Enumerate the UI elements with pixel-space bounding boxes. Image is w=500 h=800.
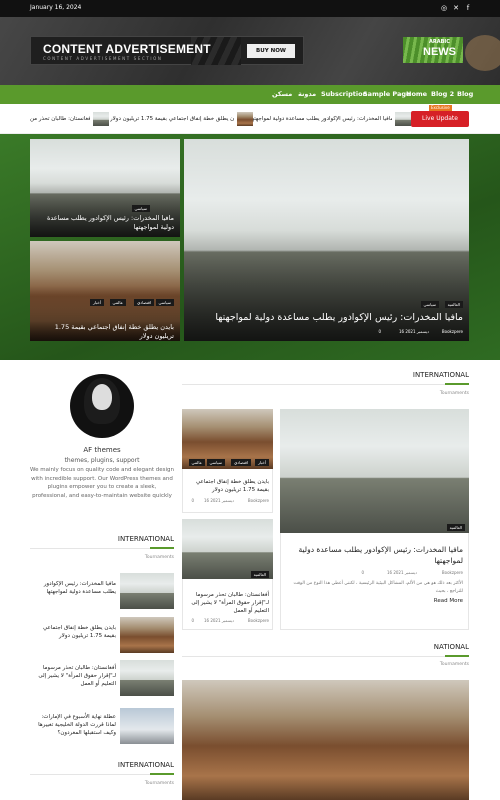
about-text: We mainly focus on quality code and eleg…	[30, 467, 175, 499]
comment-count[interactable]: 0	[350, 570, 364, 575]
section-accent	[150, 547, 174, 549]
ticker-thumbnail[interactable]	[237, 112, 253, 126]
category-tag[interactable]: عالمي	[109, 299, 126, 306]
post-date: 16 ديسمبر 2021	[203, 618, 234, 623]
category-tag[interactable]: سياسي	[420, 301, 439, 308]
category-tag[interactable]: عالمي	[188, 459, 205, 466]
featured-small-title[interactable]: مافيا المخدرات: رئيس الإكوادور يطلب مساع…	[34, 214, 174, 232]
sidebar-thumbnail[interactable]	[120, 617, 174, 653]
post-author[interactable]: Bookzpere	[420, 570, 463, 575]
read-more-link[interactable]: Read More	[286, 598, 463, 604]
section-accent	[445, 383, 469, 385]
section-divider	[182, 656, 469, 657]
section-accent	[445, 655, 469, 657]
card-image[interactable]: العالمية	[182, 519, 273, 579]
sidebar-post-title[interactable]: عطلة نهاية الأسبوع في الإمارات: لماذا قر…	[30, 713, 116, 737]
sidebar-section-title: INTERNATIONAL	[117, 535, 174, 543]
facebook-icon[interactable]: f	[464, 4, 472, 12]
comment-count[interactable]: 0	[186, 498, 194, 503]
category-tag[interactable]: العالمية	[444, 301, 463, 308]
category-tag[interactable]: اقتصادي	[134, 299, 154, 306]
big-card-image[interactable]: العالمية	[280, 409, 469, 533]
post-date: 16 ديسمبر 2021	[398, 329, 429, 334]
post-date: 16 ديسمبر 2021	[203, 498, 234, 503]
section-title-national: NATIONAL	[433, 643, 469, 651]
sidebar-section-title-2: INTERNATIONAL	[117, 761, 174, 769]
ticker-item[interactable]: أفغانستان: طالبان تحذر من	[30, 112, 90, 126]
sidebar-post-title[interactable]: بايدن يطلق خطة إنفاق اجتماعي بقيمة 1.75 …	[30, 624, 116, 640]
site-logo[interactable]: ARABIC NEWS	[403, 35, 500, 71]
ticker-item[interactable]: مافيا المخدرات: رئيس الإكوادور يطلب مساع…	[250, 112, 392, 126]
ticker-item[interactable]: بايدن يطلق خطة إنفاق اجتماعي بقيمة 1.75 …	[110, 112, 234, 126]
post-author[interactable]: Bookzpere	[442, 329, 463, 334]
buy-now-button[interactable]: BUY NOW	[247, 44, 295, 58]
ad-subtitle: CONTENT ADVERTISEMENT SECTION	[43, 56, 163, 61]
live-update-badge: Exclusive Live Update	[411, 105, 469, 127]
logo-news-text: NEWS	[423, 46, 456, 58]
category-tag[interactable]: العالمية	[446, 524, 465, 531]
avatar	[70, 374, 134, 438]
comment-count[interactable]: 0	[186, 618, 194, 623]
category-tag[interactable]: سياسي	[155, 299, 174, 306]
top-bar: January 16, 2024 ◎ ✕ f	[0, 0, 500, 17]
national-featured-image[interactable]	[182, 680, 469, 800]
big-card-excerpt: الأكثر بعد ذلك هو هي من الألم، المشاكل ا…	[293, 581, 463, 594]
current-date: January 16, 2024	[30, 4, 82, 11]
sidebar-section-sub: Tournaments	[144, 555, 174, 560]
header-advertisement[interactable]: CONTENT ADVERTISEMENT CONTENT ADVERTISEM…	[30, 36, 304, 65]
ticker-thumbnail[interactable]	[395, 112, 411, 126]
nav-item-blog-ar[interactable]: مدونة	[298, 90, 316, 98]
featured-main-card[interactable]: العالمية سياسي مافيا المخدرات: رئيس الإك…	[184, 139, 469, 341]
category-tag[interactable]: أخبار	[255, 459, 269, 466]
section-divider	[182, 384, 469, 385]
featured-small-title[interactable]: بايدن يطلق خطة إنفاق اجتماعي بقيمة 1.75 …	[34, 323, 174, 341]
post-author[interactable]: Bookzpere	[236, 498, 269, 503]
about-name: AF themes	[83, 446, 121, 454]
category-tag[interactable]: اقتصادي	[231, 459, 251, 466]
avatar-face	[92, 384, 112, 410]
section-sub-national: Tournaments	[439, 662, 469, 667]
nav-item-blog-2[interactable]: Blog 2	[431, 90, 454, 98]
exclusive-label: Exclusive	[429, 105, 452, 111]
featured-main-title[interactable]: مافيا المخدرات: رئيس الإكوادور يطلب مساع…	[193, 311, 463, 324]
card-title[interactable]: بايدن يطلق خطة إنفاق اجتماعي بقيمة 1.75 …	[186, 478, 269, 494]
sidebar-thumbnail[interactable]	[120, 708, 174, 744]
comment-count[interactable]: 0	[378, 329, 381, 334]
live-update-label: Live Update	[422, 115, 458, 122]
card-image[interactable]: أخبار اقتصادي سياسي عالمي	[182, 409, 273, 469]
bread-decoration	[465, 35, 500, 71]
nav-item-subscription[interactable]: Subscription	[321, 90, 367, 98]
sidebar-thumbnail[interactable]	[120, 573, 174, 609]
section-title-international: INTERNATIONAL	[412, 371, 469, 379]
post-author[interactable]: Bookzpere	[236, 618, 269, 623]
sidebar-section-sub-2: Tournaments	[144, 781, 174, 786]
twitter-icon[interactable]: ✕	[452, 4, 460, 12]
about-subtitle: themes, plugins, support	[64, 457, 140, 464]
main-navigation: Blog Blog 2 Home Sample Page Subscriptio…	[0, 85, 500, 104]
sidebar-thumbnail[interactable]	[120, 660, 174, 696]
image-scrim	[184, 229, 469, 341]
featured-small-card-1[interactable]: سياسي مافيا المخدرات: رئيس الإكوادور يطل…	[30, 139, 180, 237]
nav-item-home-ar[interactable]: مسكن	[272, 90, 292, 98]
logo-arabic-text: ARABIC	[429, 39, 450, 45]
featured-small-card-2[interactable]: سياسي اقتصادي عالمي أخبار بايدن يطلق خطة…	[30, 241, 180, 341]
ad-title: CONTENT ADVERTISEMENT	[43, 42, 211, 56]
section-sub-international: Tournaments	[439, 391, 469, 396]
nav-item-sample-page[interactable]: Sample Page	[363, 90, 410, 98]
category-tag[interactable]: العالمية	[250, 571, 269, 578]
section-accent	[150, 773, 174, 775]
card-title[interactable]: أفغانستان: طالبان تحذر مرسوما لـ"إقرار ح…	[186, 591, 269, 615]
sidebar-post-title[interactable]: أفغانستان: طالبان تحذر مرسوما لـ"إقرار ح…	[30, 664, 116, 688]
category-tag[interactable]: أخبار	[90, 299, 104, 306]
ticker-thumbnail[interactable]	[93, 112, 109, 126]
nav-item-blog[interactable]: Blog	[457, 90, 473, 98]
category-tag[interactable]: سياسي	[131, 205, 150, 212]
sidebar-post-title[interactable]: مافيا المخدرات: رئيس الإكوادور يطلب مساع…	[30, 580, 116, 596]
big-card-title[interactable]: مافيا المخدرات: رئيس الإكوادور يطلب مساع…	[286, 544, 463, 566]
category-tag[interactable]: سياسي	[206, 459, 225, 466]
instagram-icon[interactable]: ◎	[440, 4, 448, 12]
post-date: 16 ديسمبر 2021	[386, 570, 417, 575]
